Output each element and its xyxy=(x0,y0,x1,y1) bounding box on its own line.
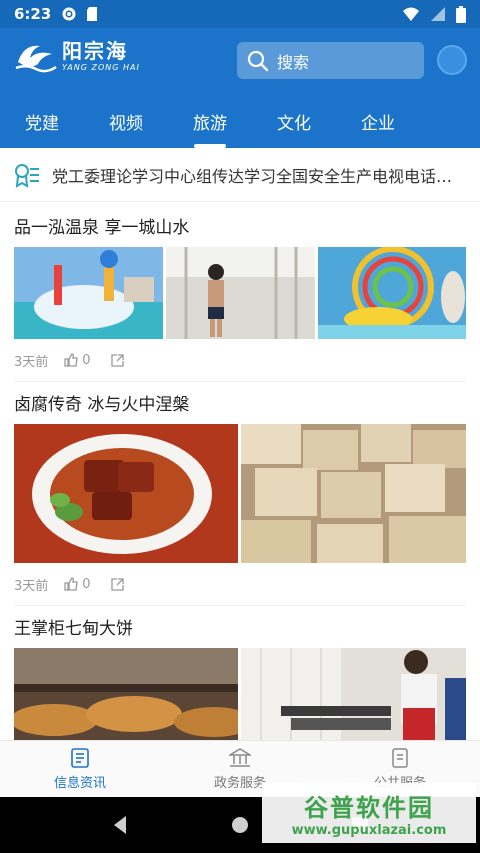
article-image xyxy=(241,424,466,563)
search-icon xyxy=(247,50,269,71)
article-image xyxy=(166,247,315,339)
news-icon xyxy=(71,747,89,768)
category-tabs: 党建 视频 旅游 文化 企业 xyxy=(0,94,480,148)
back-icon[interactable] xyxy=(110,814,130,836)
article-meta: 3天前 0 xyxy=(14,339,466,381)
wave-logo-icon xyxy=(15,45,57,73)
tab-video[interactable]: 视频 xyxy=(84,94,168,148)
like-button[interactable]: 0 xyxy=(64,352,91,368)
tab-enterprise[interactable]: 企业 xyxy=(336,94,420,148)
article-image xyxy=(14,247,163,339)
watermark-title: 谷普软件园 xyxy=(304,794,434,822)
search-input[interactable]: 搜索 xyxy=(237,42,424,79)
wifi-icon xyxy=(403,7,419,21)
notice-badge-icon xyxy=(15,163,39,188)
logo-subtitle: YANG ZONG HAI xyxy=(62,63,140,72)
notice-text: 党工委理论学习中心组传达学习全国安全生产电视电话会议精神 xyxy=(52,166,464,186)
article-meta: 3天前 0 xyxy=(14,563,466,605)
tab-tourism[interactable]: 旅游 xyxy=(168,94,252,148)
site-watermark: 谷普软件园 www.gupuxlazai.com xyxy=(262,783,476,843)
thumb-up-icon xyxy=(64,353,79,367)
watermark-url: www.gupuxlazai.com xyxy=(291,823,447,838)
nav-label: 政务服务 xyxy=(213,775,266,791)
search-placeholder: 搜索 xyxy=(277,52,310,72)
article-image xyxy=(318,247,466,339)
like-button[interactable]: 0 xyxy=(64,576,91,592)
home-icon[interactable] xyxy=(230,815,250,835)
article-card[interactable]: 品一泓温泉 享一城山水 3天前 0 xyxy=(14,203,466,382)
logo-title: 阳宗海 xyxy=(62,39,128,63)
nav-info-news[interactable]: 信息资讯 xyxy=(0,741,160,797)
signal-icon xyxy=(431,7,445,21)
article-time: 3天前 xyxy=(14,578,49,594)
share-icon[interactable] xyxy=(110,577,124,591)
article-title: 品一泓温泉 享一城山水 xyxy=(14,217,190,238)
notice-bar[interactable]: 党工委理论学习中心组传达学习全国安全生产电视电话会议精神 xyxy=(0,148,480,202)
government-building-icon xyxy=(229,747,251,767)
tab-culture[interactable]: 文化 xyxy=(252,94,336,148)
thumb-up-icon xyxy=(64,577,79,591)
app-logo: 阳宗海 YANG ZONG HAI xyxy=(14,40,140,74)
status-bar: 6:23 xyxy=(0,0,480,28)
app-header: 阳宗海 YANG ZONG HAI 搜索 xyxy=(0,28,480,94)
article-image xyxy=(241,648,466,740)
like-count: 0 xyxy=(82,352,91,368)
settings-icon xyxy=(62,7,76,21)
article-card[interactable]: 王掌柜七甸大饼 xyxy=(14,604,466,740)
article-image xyxy=(14,648,238,740)
article-card[interactable]: 卤腐传奇 冰与火中涅槃 3天前 0 xyxy=(14,380,466,606)
share-icon[interactable] xyxy=(110,353,124,367)
nav-label: 信息资讯 xyxy=(53,775,106,791)
article-title: 卤腐传奇 冰与火中涅槃 xyxy=(14,394,190,415)
article-time: 3天前 xyxy=(14,354,49,370)
article-image xyxy=(14,424,238,563)
avatar[interactable] xyxy=(437,45,467,75)
tab-party[interactable]: 党建 xyxy=(0,94,84,148)
like-count: 0 xyxy=(82,576,91,592)
battery-icon xyxy=(456,5,466,23)
sd-card-icon xyxy=(87,7,98,21)
status-time: 6:23 xyxy=(14,5,52,23)
document-icon xyxy=(392,747,408,768)
article-title: 王掌柜七甸大饼 xyxy=(14,618,133,639)
